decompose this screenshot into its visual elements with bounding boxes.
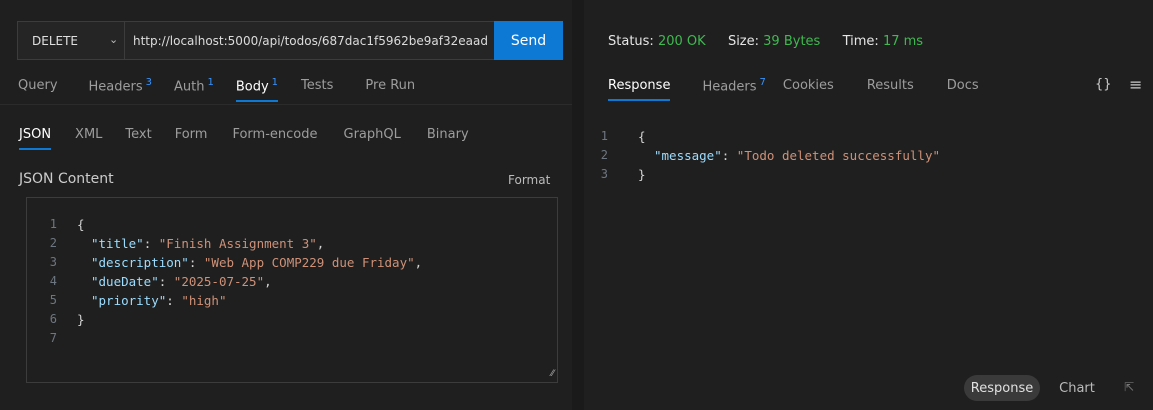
code-line: 3} (600, 167, 646, 182)
headers-count-badge: 3 (145, 77, 152, 88)
response-view-button[interactable]: Response (964, 375, 1040, 401)
size-value: 39 Bytes (763, 34, 821, 49)
code-line: 3 "description": "Web App COMP229 due Fri… (49, 255, 423, 270)
tab-cookies[interactable]: Cookies (783, 78, 834, 93)
tab-query[interactable]: Query (18, 78, 58, 93)
response-status-bar: Status: 200 OK Size: 39 Bytes Time: 17 m… (608, 34, 923, 49)
tabs-divider (0, 104, 572, 105)
braces-icon[interactable]: {} (1095, 77, 1112, 92)
response-tabs: Response Headers 7 Cookies Results Docs (608, 77, 979, 102)
tab-headers[interactable]: Headers 3 (89, 77, 152, 94)
chevron-down-icon: ⌄ (109, 33, 119, 46)
code-line: 6} (49, 312, 85, 327)
code-line: 1{ (49, 217, 85, 232)
body-count-badge: 1 (271, 77, 279, 88)
url-input[interactable] (124, 22, 494, 59)
chart-view-button[interactable]: Chart (1052, 375, 1102, 401)
request-pane: DELETE ⌄ Send Query Headers3 Auth1 Body1… (0, 0, 572, 410)
response-headers-count-badge: 7 (759, 77, 766, 88)
code-line: 2 "title": "Finish Assignment 3", (49, 236, 325, 251)
tab-body[interactable]: Body 1 (235, 77, 279, 103)
tab-docs[interactable]: Docs (947, 78, 979, 93)
code-line: 5 "priority": "high" (49, 293, 227, 308)
tab-text[interactable]: Text (125, 127, 151, 142)
time-label: Time: (842, 34, 879, 49)
body-type-tabs: JSON XML Text Form Form-encode GraphQL B… (19, 127, 469, 150)
size-label: Size: (727, 34, 760, 49)
url-bar: DELETE ⌄ Send (17, 21, 563, 60)
pane-splitter[interactable] (572, 0, 584, 410)
menu-icon[interactable]: ≡ (1129, 75, 1142, 94)
tab-graphql[interactable]: GraphQL (344, 127, 401, 142)
request-tabs: Query Headers 3 Auth 1 Body 1 Tests Pre Run (18, 77, 415, 103)
auth-count-badge: 1 (207, 77, 214, 88)
tab-form[interactable]: Form (175, 127, 208, 142)
method-label: DELETE (32, 33, 79, 48)
code-line: 2 "message": "Todo deleted successfully" (600, 148, 940, 163)
tab-auth[interactable]: Auth 1 (174, 77, 214, 94)
response-body-viewer: 1{ 2 "message": "Todo deleted successfull… (584, 114, 1153, 182)
method-select[interactable]: DELETE ⌄ (18, 22, 123, 59)
code-line: 1{ (600, 129, 646, 144)
tab-json[interactable]: JSON (19, 127, 52, 150)
json-content-label: JSON Content (19, 171, 114, 187)
tab-xml[interactable]: XML (75, 127, 102, 142)
send-button[interactable]: Send (494, 21, 563, 60)
tab-results[interactable]: Results (867, 78, 914, 93)
code-line: 7 (49, 331, 57, 345)
format-button[interactable]: Format (508, 173, 550, 187)
tab-tests[interactable]: Tests (301, 78, 333, 93)
resize-grip-icon[interactable]: ⁄⁄ (551, 369, 554, 379)
time-value: 17 ms (882, 34, 924, 49)
status-value: 200 OK (657, 34, 706, 49)
tab-response[interactable]: Response (608, 78, 671, 102)
status-label: Status: (608, 34, 654, 49)
tab-binary[interactable]: Binary (427, 127, 469, 142)
tab-pre-run[interactable]: Pre Run (365, 78, 415, 93)
request-body-editor[interactable]: 1{ 2 "title": "Finish Assignment 3", 3 "de… (26, 197, 558, 383)
response-pane: Status: 200 OK Size: 39 Bytes Time: 17 m… (584, 0, 1153, 410)
tab-form-encode[interactable]: Form-encode (232, 127, 317, 142)
expand-icon[interactable]: ⇱ (1124, 380, 1134, 394)
code-line: 4 "dueDate": "2025-07-25", (49, 274, 272, 289)
tab-response-headers[interactable]: Headers 7 (702, 77, 765, 94)
